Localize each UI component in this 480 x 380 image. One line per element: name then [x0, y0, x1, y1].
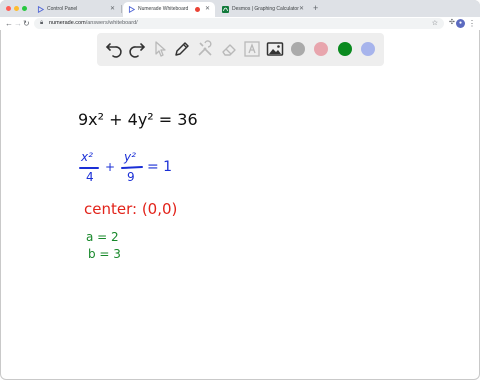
select-pointer-icon[interactable] [149, 39, 169, 59]
eraser-icon[interactable] [219, 39, 239, 59]
text-icon[interactable] [242, 39, 262, 59]
profile-avatar[interactable]: ● [456, 19, 465, 28]
semi-axis-b: b = 3 [88, 247, 121, 261]
color-swatch-pink[interactable] [314, 42, 328, 56]
url-path: /answers/whiteboard/ [85, 20, 138, 26]
lock-icon: 🔒︎ [40, 20, 44, 26]
tab-divider [121, 5, 122, 13]
tab-close-icon[interactable]: ✕ [205, 2, 210, 17]
tab-desmos[interactable]: Desmos | Graphing Calculator ✕ [217, 2, 309, 17]
browser-menu-icon[interactable]: ⋮ [468, 17, 476, 30]
whiteboard-canvas[interactable]: 9x² + 4y² = 36 x² 4 + y² 9 = 1 center: (… [0, 70, 480, 380]
close-window-button[interactable] [6, 6, 11, 11]
color-swatch-gray[interactable] [291, 42, 305, 56]
browser-window: Control Panel ✕ Numerade Whiteboard ✕ De… [0, 0, 480, 380]
desmos-logo-icon [222, 6, 229, 13]
reload-icon[interactable]: ↻ [23, 18, 30, 29]
extensions-puzzle-icon[interactable]: ✣ [449, 18, 455, 26]
fraction-1-denominator: 4 [86, 170, 94, 184]
tab-label: Control Panel [47, 6, 78, 12]
forward-arrow-icon[interactable]: → [14, 18, 22, 29]
new-tab-button[interactable]: + [313, 1, 318, 16]
color-swatch-lavender[interactable] [361, 42, 375, 56]
tab-close-icon[interactable]: ✕ [299, 2, 304, 17]
fraction-2-denominator: 9 [127, 170, 135, 184]
center-text: center: (0,0) [84, 200, 178, 218]
address-bar[interactable]: 🔒︎ numerade.com/answers/whiteboard/ ☆ [34, 18, 444, 29]
tab-label: Numerade Whiteboard [138, 6, 189, 12]
minimize-window-button[interactable] [14, 6, 19, 11]
whiteboard-toolbar [97, 33, 384, 66]
plus-sign: + [105, 160, 116, 174]
browser-toolbar: ← → ↻ 🔒︎ numerade.com/answers/whiteboard… [0, 17, 480, 30]
fraction-bar-2 [121, 166, 143, 169]
tab-close-icon[interactable]: ✕ [110, 2, 115, 17]
pen-icon[interactable] [172, 39, 192, 59]
undo-icon[interactable] [104, 39, 124, 59]
fraction-1-numerator: x² [81, 150, 93, 164]
tools-icon[interactable] [195, 39, 215, 59]
semi-axis-a: a = 2 [86, 230, 119, 244]
redo-icon[interactable] [127, 39, 147, 59]
tab-label: Desmos | Graphing Calculator [232, 6, 299, 12]
equation-line-1: 9x² + 4y² = 36 [78, 110, 198, 129]
color-swatch-green[interactable] [338, 42, 352, 56]
fraction-rhs: = 1 [147, 159, 173, 175]
url-host: numerade.com [49, 20, 86, 26]
url-text: numerade.com/answers/whiteboard/ [49, 18, 138, 29]
fraction-2-numerator: y² [124, 150, 136, 164]
fraction-bars [79, 166, 143, 169]
bookmark-star-icon[interactable]: ☆ [432, 18, 438, 29]
recording-indicator-icon [195, 7, 200, 12]
play-triangle-icon [128, 6, 135, 13]
play-triangle-icon [37, 6, 44, 13]
image-icon[interactable] [265, 39, 285, 59]
back-arrow-icon[interactable]: ← [5, 18, 13, 29]
tab-control-panel[interactable]: Control Panel ✕ [32, 2, 120, 17]
tab-numerade-whiteboard[interactable]: Numerade Whiteboard ✕ [123, 2, 215, 17]
maximize-window-button[interactable] [22, 6, 27, 11]
tab-strip: Control Panel ✕ Numerade Whiteboard ✕ De… [0, 0, 480, 17]
